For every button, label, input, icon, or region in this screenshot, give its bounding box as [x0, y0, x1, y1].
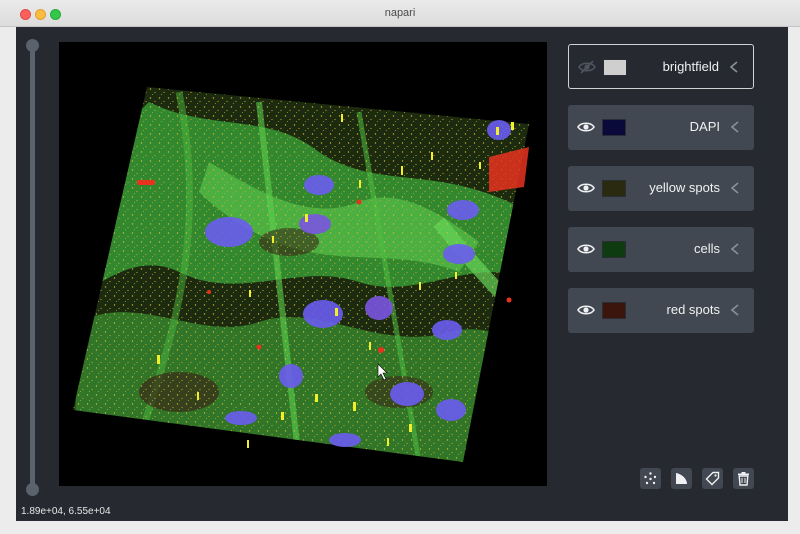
eye-icon[interactable] [577, 119, 595, 135]
points-icon [644, 472, 657, 485]
napari-main-window: 1.89e+04, 6.55e+04 brightfield DAPI yell… [16, 27, 788, 521]
layer-list: brightfield DAPI yellow spots cells red … [568, 44, 754, 349]
dims-slider-handle-top[interactable] [26, 39, 39, 52]
chevron-left-icon[interactable] [729, 303, 741, 317]
chevron-left-icon[interactable] [728, 60, 740, 74]
chevron-left-icon[interactable] [729, 120, 741, 134]
new-shapes-button[interactable] [671, 468, 692, 489]
viewer-canvas[interactable] [59, 42, 547, 486]
layer-item-yellow-spots[interactable]: yellow spots [568, 166, 754, 211]
window-title: napari [384, 7, 416, 19]
eye-icon[interactable] [577, 302, 595, 318]
layer-thumbnail [603, 59, 627, 76]
title-bar: napari [0, 0, 800, 27]
layer-item-brightfield[interactable]: brightfield [568, 44, 754, 89]
layer-thumbnail [602, 302, 626, 319]
new-labels-button[interactable] [702, 468, 723, 489]
dims-slider-handle-bottom[interactable] [26, 483, 39, 496]
microscopy-volume-render [73, 87, 529, 462]
eye-hidden-icon[interactable] [578, 59, 596, 75]
delete-layer-button[interactable] [733, 468, 754, 489]
layer-item-dapi[interactable]: DAPI [568, 105, 754, 150]
layer-name: cells [693, 241, 720, 256]
dims-slider-track[interactable] [30, 44, 35, 490]
layer-item-cells[interactable]: cells [568, 227, 754, 272]
layer-thumbnail [602, 241, 626, 258]
layer-thumbnail [602, 119, 626, 136]
chevron-left-icon[interactable] [729, 242, 741, 256]
tag-icon [705, 471, 720, 486]
layer-name: red spots [666, 302, 720, 317]
trash-icon [738, 472, 749, 486]
layer-thumbnail [602, 180, 626, 197]
shapes-icon [676, 473, 687, 484]
layer-name: yellow spots [649, 180, 720, 195]
chevron-left-icon[interactable] [729, 181, 741, 195]
layer-name: brightfield [662, 59, 719, 74]
new-points-button[interactable] [640, 468, 661, 489]
layer-item-red-spots[interactable]: red spots [568, 288, 754, 333]
layer-name: DAPI [689, 119, 720, 134]
eye-icon[interactable] [577, 180, 595, 196]
eye-icon[interactable] [577, 241, 595, 257]
status-coordinates: 1.89e+04, 6.55e+04 [21, 506, 111, 517]
